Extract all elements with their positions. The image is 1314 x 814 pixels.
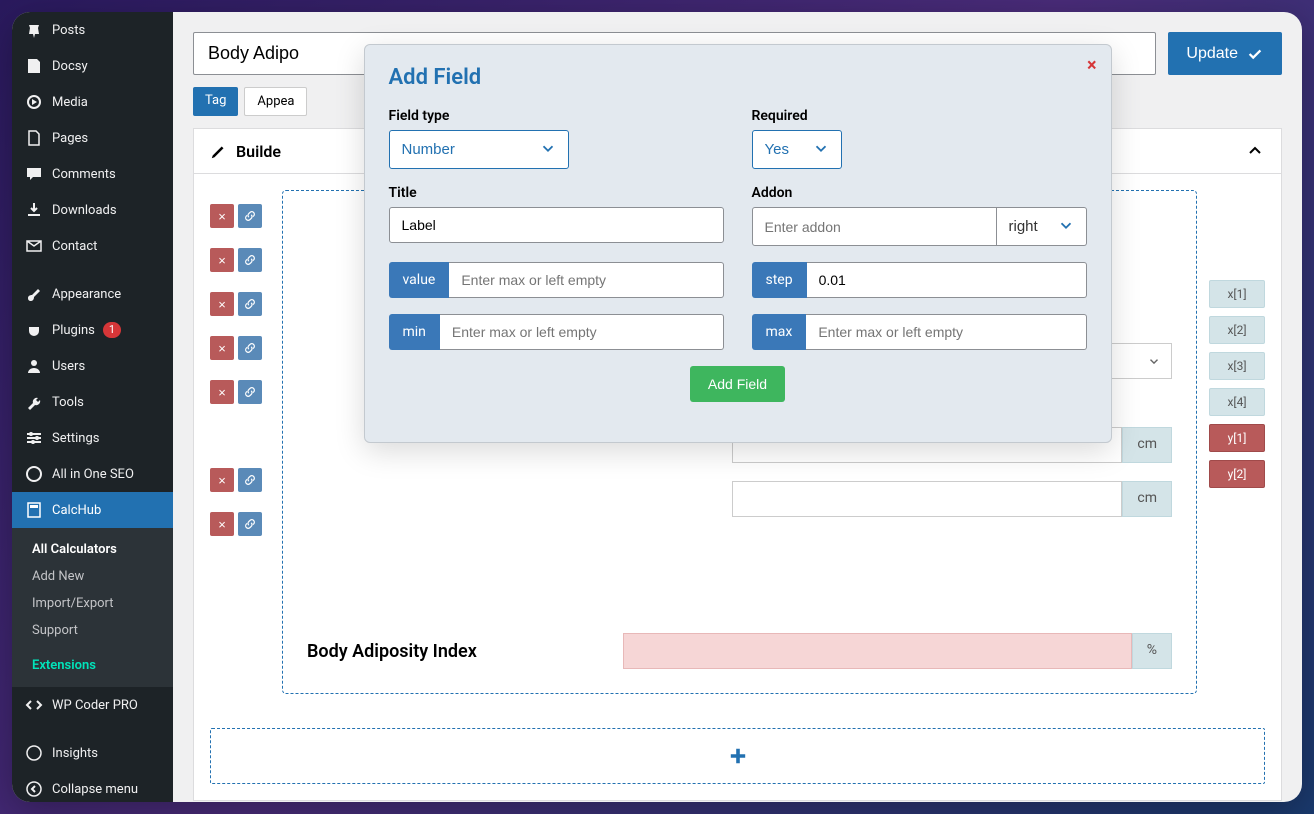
step-prefix: step bbox=[752, 262, 807, 298]
sidebar-item-pages[interactable]: Pages bbox=[12, 120, 173, 156]
add-section-button[interactable] bbox=[210, 728, 1265, 784]
submenu-support[interactable]: Support bbox=[12, 617, 173, 644]
delete-row-button[interactable]: × bbox=[210, 468, 234, 492]
media-icon bbox=[24, 92, 44, 112]
result-output bbox=[623, 633, 1132, 669]
seo-icon bbox=[24, 464, 44, 484]
link-row-button[interactable] bbox=[238, 336, 262, 360]
admin-sidebar: Posts Docsy Media Pages Comments Downloa… bbox=[12, 12, 173, 802]
unit-addon: cm bbox=[1122, 481, 1172, 517]
sidebar-item-media[interactable]: Media bbox=[12, 84, 173, 120]
delete-row-button[interactable]: × bbox=[210, 248, 234, 272]
value-input[interactable] bbox=[449, 262, 723, 298]
delete-row-button[interactable]: × bbox=[210, 512, 234, 536]
var-y2[interactable]: y[2] bbox=[1209, 460, 1265, 488]
addon-label: Addon bbox=[752, 185, 1087, 201]
submenu-all-calculators[interactable]: All Calculators bbox=[12, 536, 173, 563]
field-type-select[interactable]: Number bbox=[389, 130, 569, 169]
sidebar-item-wpcoder[interactable]: WP Coder PRO bbox=[12, 687, 173, 723]
unit-addon: % bbox=[1132, 633, 1172, 669]
field-type-label: Field type bbox=[389, 108, 724, 124]
addon-input[interactable] bbox=[752, 207, 997, 246]
delete-row-button[interactable]: × bbox=[210, 292, 234, 316]
sidebar-item-seo[interactable]: All in One SEO bbox=[12, 456, 173, 492]
title-input[interactable] bbox=[389, 207, 724, 243]
add-field-submit-button[interactable]: Add Field bbox=[690, 366, 785, 402]
calchub-submenu: All Calculators Add New Import/Export Su… bbox=[12, 528, 173, 687]
plus-icon bbox=[726, 744, 750, 768]
submenu-add-new[interactable]: Add New bbox=[12, 563, 173, 590]
insights-icon bbox=[24, 743, 44, 763]
link-row-button[interactable] bbox=[238, 292, 262, 316]
title-label: Title bbox=[389, 185, 724, 201]
close-icon[interactable]: × bbox=[1087, 55, 1097, 76]
plug-icon bbox=[24, 320, 44, 340]
comment-icon bbox=[24, 164, 44, 184]
sidebar-item-users[interactable]: Users bbox=[12, 348, 173, 384]
max-prefix: max bbox=[752, 314, 807, 350]
var-x3[interactable]: x[3] bbox=[1209, 352, 1265, 380]
link-row-button[interactable] bbox=[238, 248, 262, 272]
sidebar-item-downloads[interactable]: Downloads bbox=[12, 192, 173, 228]
submenu-import-export[interactable]: Import/Export bbox=[12, 590, 173, 617]
delete-row-button[interactable]: × bbox=[210, 204, 234, 228]
unit-addon: cm bbox=[1122, 427, 1172, 463]
required-select[interactable]: Yes bbox=[752, 130, 842, 169]
sidebar-item-docsy[interactable]: Docsy bbox=[12, 48, 173, 84]
result-label: Body Adiposity Index bbox=[307, 641, 607, 662]
add-field-modal: × Add Field Field type Number Required Y… bbox=[364, 44, 1112, 443]
sidebar-item-contact[interactable]: Contact bbox=[12, 228, 173, 264]
step-input[interactable] bbox=[807, 262, 1087, 298]
collapse-icon bbox=[24, 779, 44, 799]
var-x4[interactable]: x[4] bbox=[1209, 388, 1265, 416]
wrench-icon bbox=[24, 392, 44, 412]
download-icon bbox=[24, 200, 44, 220]
sidebar-item-tools[interactable]: Tools bbox=[12, 384, 173, 420]
tab-appearance[interactable]: Appea bbox=[244, 87, 307, 116]
delete-row-button[interactable]: × bbox=[210, 336, 234, 360]
min-prefix: min bbox=[389, 314, 440, 350]
pages-icon bbox=[24, 128, 44, 148]
sliders-icon bbox=[24, 428, 44, 448]
max-input[interactable] bbox=[806, 314, 1086, 350]
value-prefix: value bbox=[389, 262, 450, 298]
submenu-extensions[interactable]: Extensions bbox=[12, 652, 173, 679]
tab-tag[interactable]: Tag bbox=[193, 87, 238, 116]
link-row-button[interactable] bbox=[238, 512, 262, 536]
var-x1[interactable]: x[1] bbox=[1209, 280, 1265, 308]
sidebar-item-calchub[interactable]: CalcHub bbox=[12, 492, 173, 528]
calc-icon bbox=[24, 500, 44, 520]
plugin-badge: 1 bbox=[103, 322, 121, 338]
pin-icon bbox=[24, 20, 44, 40]
sidebar-item-collapse[interactable]: Collapse menu bbox=[12, 771, 173, 802]
sidebar-item-comments[interactable]: Comments bbox=[12, 156, 173, 192]
link-row-button[interactable] bbox=[238, 204, 262, 228]
code-icon bbox=[24, 695, 44, 715]
var-x2[interactable]: x[2] bbox=[1209, 316, 1265, 344]
sidebar-item-posts[interactable]: Posts bbox=[12, 12, 173, 48]
doc-icon bbox=[24, 56, 44, 76]
chevron-up-icon[interactable] bbox=[1245, 141, 1265, 161]
pencil-icon bbox=[210, 142, 228, 160]
update-button[interactable]: Update bbox=[1168, 32, 1282, 75]
sidebar-item-appearance[interactable]: Appearance bbox=[12, 276, 173, 312]
chevron-down-icon[interactable] bbox=[1147, 354, 1161, 368]
main-content: Update Tag Appea Builde × × × × × × × bbox=[173, 12, 1302, 802]
sidebar-item-insights[interactable]: Insights bbox=[12, 735, 173, 771]
sidebar-item-plugins[interactable]: Plugins 1 bbox=[12, 312, 173, 348]
delete-row-button[interactable]: × bbox=[210, 380, 234, 404]
addon-position-select[interactable]: right bbox=[997, 207, 1087, 246]
link-row-button[interactable] bbox=[238, 468, 262, 492]
sidebar-item-settings[interactable]: Settings bbox=[12, 420, 173, 456]
link-row-button[interactable] bbox=[238, 380, 262, 404]
required-label: Required bbox=[752, 108, 1087, 124]
min-input[interactable] bbox=[440, 314, 724, 350]
mail-icon bbox=[24, 236, 44, 256]
user-icon bbox=[24, 356, 44, 376]
check-icon bbox=[1246, 45, 1264, 63]
var-y1[interactable]: y[1] bbox=[1209, 424, 1265, 452]
brush-icon bbox=[24, 284, 44, 304]
modal-title: Add Field bbox=[389, 65, 1087, 90]
